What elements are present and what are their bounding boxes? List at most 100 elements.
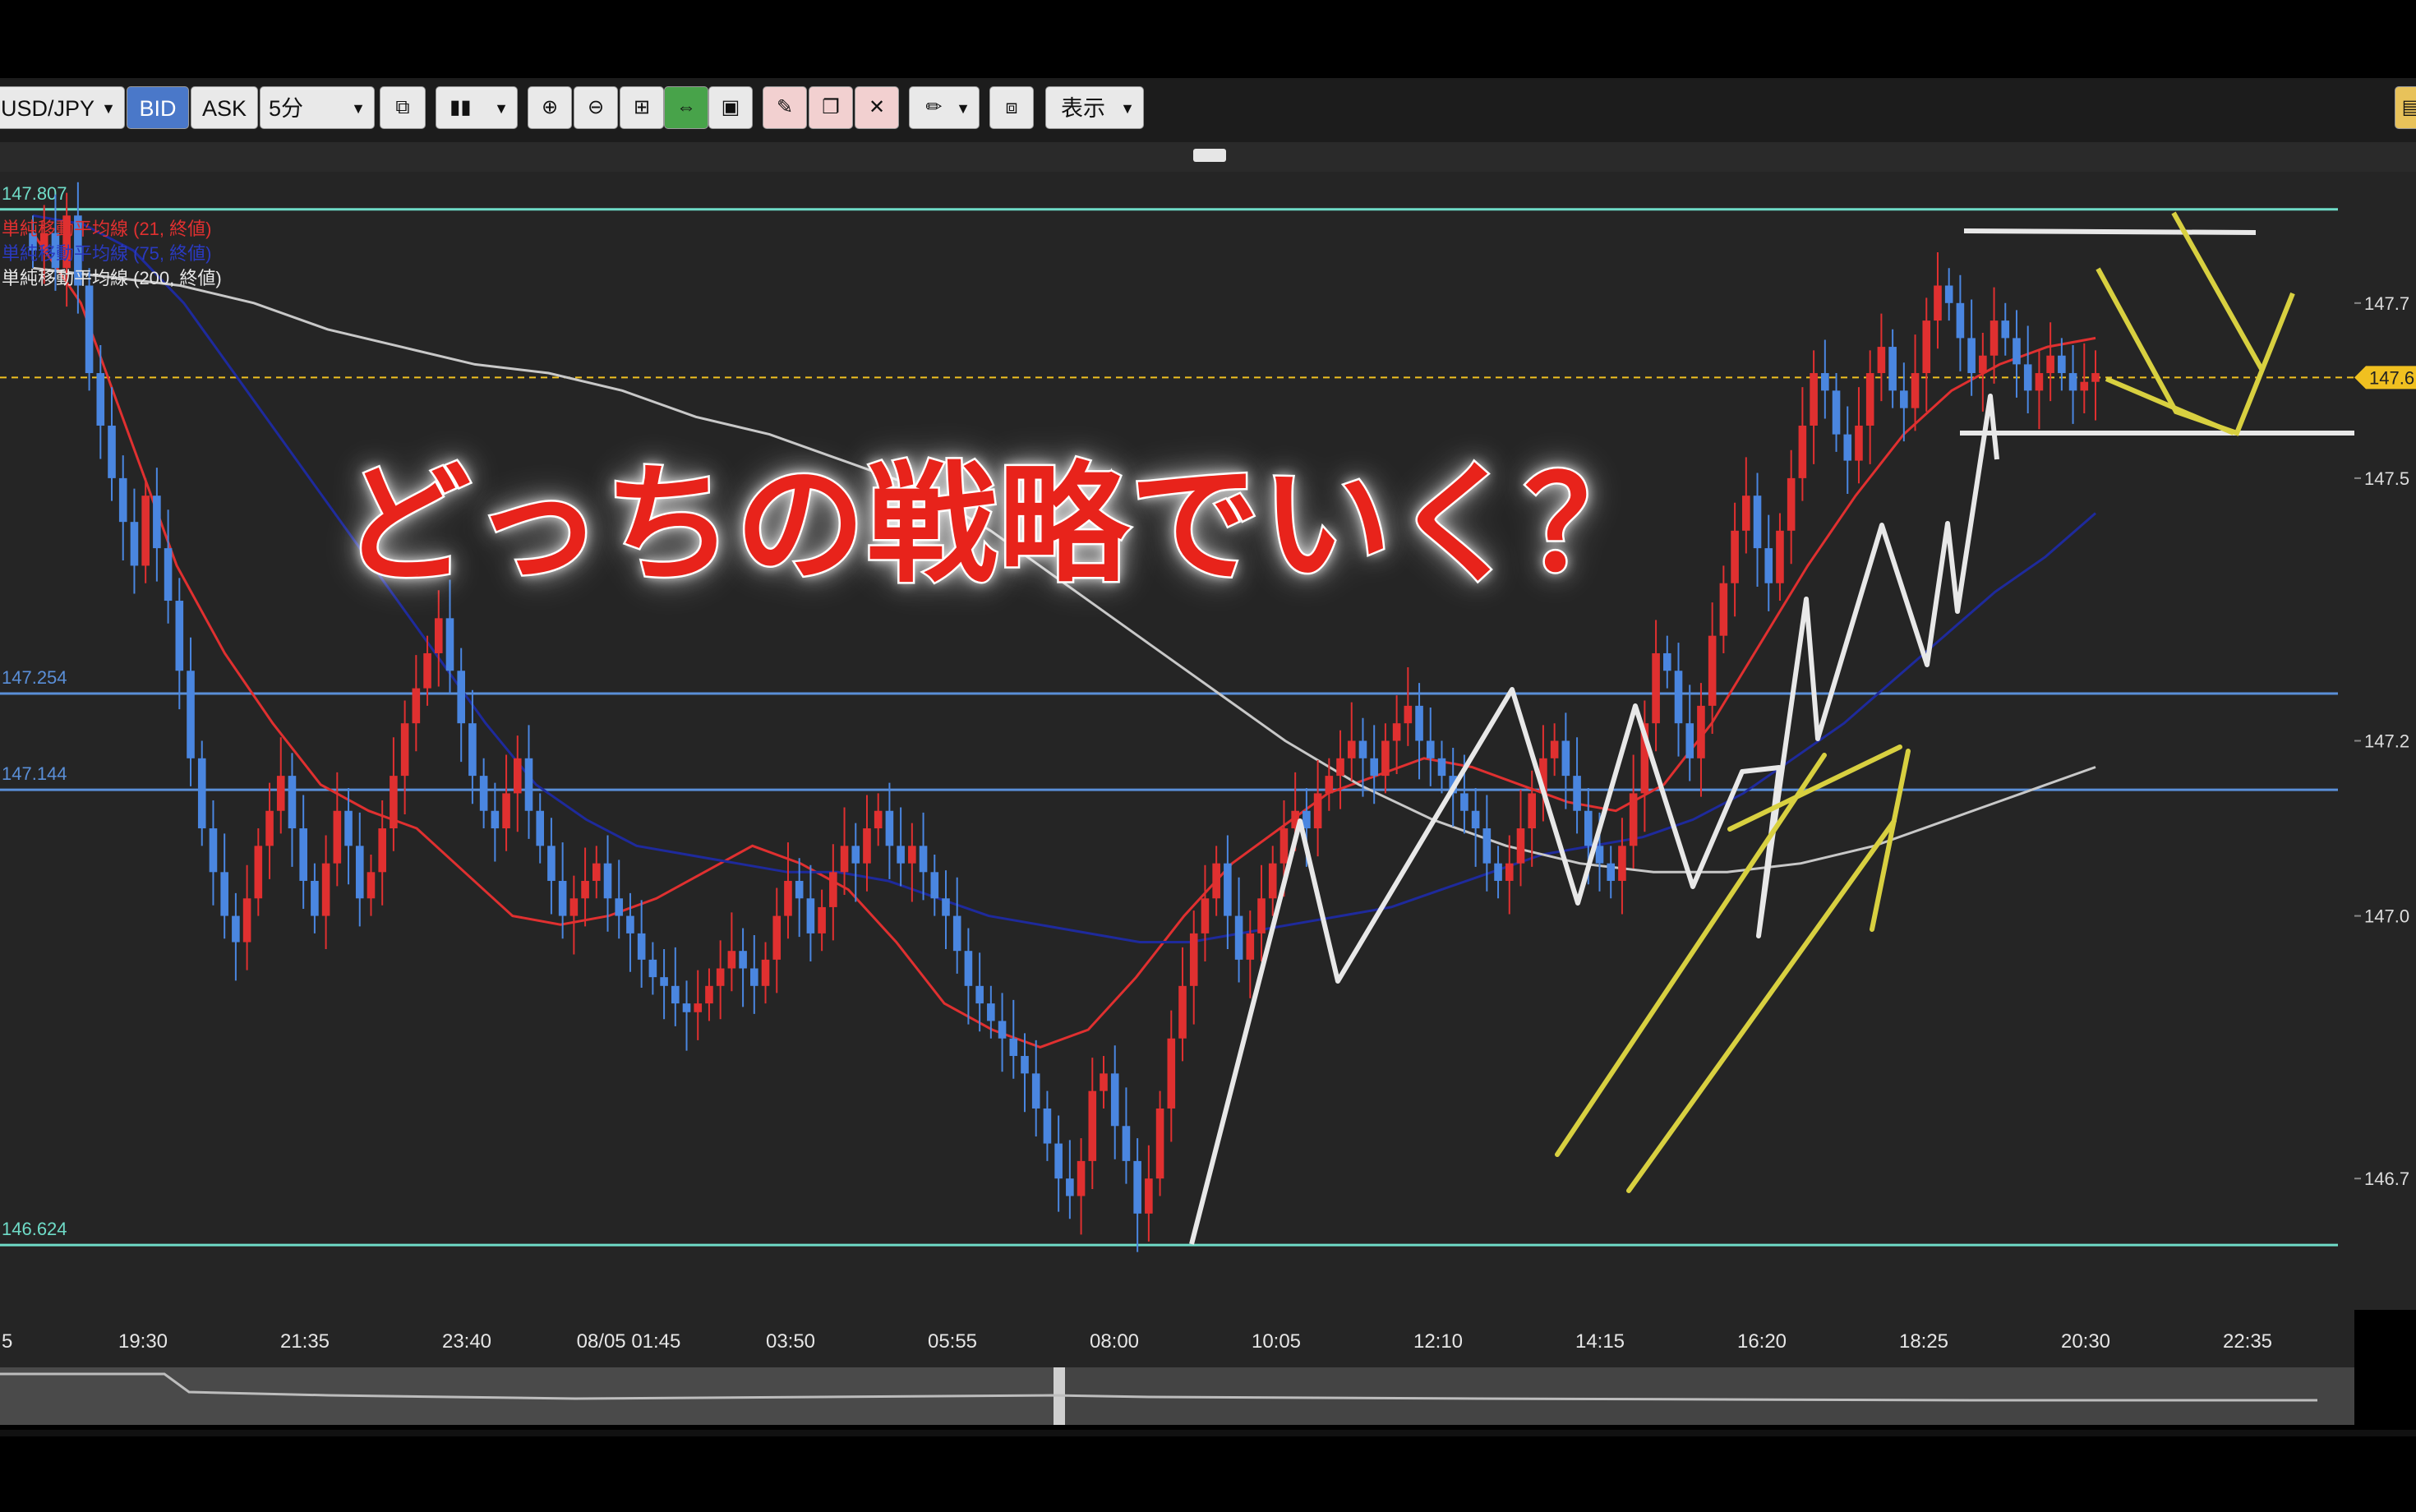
candle-body: [615, 898, 624, 916]
symbol-select[interactable]: USD/JPY ▼: [0, 86, 125, 129]
candle-body: [2013, 338, 2021, 365]
candle-body: [2023, 364, 2032, 391]
candle-body: [1550, 740, 1559, 758]
chart-plot-area[interactable]: 147.807 147.254 147.144 146.624 単純移動平均線 (21…: [0, 172, 2358, 1310]
overview-navigator[interactable]: [0, 1367, 2354, 1425]
candle-body: [1764, 548, 1773, 583]
window-button[interactable]: ▣: [708, 86, 753, 129]
candle-body: [1460, 793, 1469, 811]
candle-body: [1505, 863, 1514, 881]
chart-scroll-bar[interactable]: [0, 142, 2416, 172]
candle-body: [569, 898, 579, 916]
candle-body: [412, 688, 421, 724]
candle-body: [2046, 355, 2054, 374]
candle-body: [1753, 496, 1762, 549]
price-line-label-0: 147.807: [2, 183, 67, 204]
current-price-label: 147.6: [2369, 367, 2414, 388]
chevron-down-icon: ▼: [101, 100, 116, 117]
x-tick-label: 22:35: [2223, 1330, 2272, 1353]
candle-body: [502, 793, 510, 829]
candle-body: [2080, 381, 2089, 391]
candle-body: [378, 828, 386, 873]
candle-body: [897, 846, 905, 864]
pen-select[interactable]: ✏ ▼: [909, 86, 980, 129]
draw-copy-button[interactable]: ❐: [809, 86, 853, 129]
candle-body: [1652, 652, 1660, 724]
candle-body: [694, 1003, 703, 1012]
candle-body: [1100, 1073, 1108, 1091]
candle-body: [648, 959, 657, 978]
panel-toggle-button[interactable]: ▤: [2395, 86, 2416, 129]
fit-button[interactable]: ⊞: [620, 86, 664, 129]
candle-body: [637, 933, 646, 960]
candle-body: [998, 1021, 1007, 1039]
candle-body: [671, 985, 680, 1004]
display-menu[interactable]: 表示 ▼: [1045, 86, 1144, 129]
screenshot-button[interactable]: ⧈: [989, 86, 1034, 129]
candle-body: [727, 951, 736, 969]
annotation-yellow-path-a: [2096, 267, 2295, 436]
candle-body: [908, 846, 916, 864]
candle-body: [141, 496, 150, 566]
y-tick-label: 147.2: [2364, 731, 2409, 752]
copy-button[interactable]: ⧉: [380, 86, 426, 129]
candle-body: [739, 951, 747, 969]
candle-body: [390, 776, 398, 829]
x-tick-label: 19:30: [118, 1330, 168, 1353]
candle-body: [118, 477, 127, 523]
candle-body: [1516, 828, 1525, 864]
candle-body: [1877, 347, 1886, 374]
candle-body: [840, 846, 849, 873]
x-tick-label: 16:20: [1737, 1330, 1787, 1353]
bid-button[interactable]: BID: [127, 86, 189, 129]
candle-body: [457, 671, 466, 724]
candle-body: [558, 880, 567, 916]
candle-body: [682, 1003, 691, 1012]
candle-body: [1224, 863, 1232, 916]
candle-type-select[interactable]: ▮▮ ▼: [436, 86, 518, 129]
timeframe-select[interactable]: 5分 ▼: [260, 86, 375, 129]
candle-body: [1212, 863, 1220, 899]
zoom-in-button[interactable]: ⊕: [528, 86, 572, 129]
candle-body: [1662, 652, 1671, 671]
price-line-label-3: 146.624: [2, 1219, 67, 1239]
annotation-yellow-arrow-1: [1626, 818, 1897, 1193]
candle-body: [716, 968, 725, 986]
candle-body: [863, 828, 871, 864]
candle-body: [1618, 846, 1626, 881]
candle-body: [1595, 846, 1604, 864]
timeframe-label: 5分: [269, 96, 304, 121]
draw-add-button[interactable]: ✎: [763, 86, 807, 129]
draw-delete-button[interactable]: ✕: [855, 86, 899, 129]
ask-button[interactable]: ASK: [191, 86, 258, 129]
panel-icon: ▤: [2401, 96, 2416, 118]
candle-body: [1077, 1160, 1086, 1196]
zoom-out-button[interactable]: ⊖: [574, 86, 618, 129]
scroll-button[interactable]: ⇔: [664, 86, 708, 129]
candle-body: [1776, 530, 1784, 583]
legend-ma21: 単純移動平均線 (21, 終値): [2, 219, 211, 239]
candle-body: [400, 723, 409, 777]
draw-copy-icon: ❐: [822, 96, 840, 118]
chevron-down-icon: ▼: [956, 100, 971, 117]
candle-body: [592, 863, 601, 881]
candle-body: [333, 810, 342, 864]
scroll-thumb[interactable]: [1193, 149, 1226, 162]
annotation-yellow-arrow-0: [1555, 753, 1827, 1157]
x-tick-label: 10:05: [1252, 1330, 1301, 1353]
y-tick-label: 147.0: [2364, 906, 2409, 927]
x-tick-label: 20:30: [2061, 1330, 2110, 1353]
chart-toolbar: USD/JPY ▼ BID ASK 5分 ▼ ⧉ ▮▮ ▼ ⊕ ⊖ ⊞ ⇔ ▣ …: [0, 78, 2416, 142]
candle-body: [705, 985, 713, 1004]
candle-body: [175, 601, 184, 671]
candle-body: [96, 373, 105, 426]
candle-body: [2091, 373, 2100, 382]
candle-body: [1246, 933, 1255, 960]
candle-body: [1279, 828, 1289, 864]
candle-body: [1979, 355, 1987, 374]
overview-svg: [0, 1367, 2317, 1425]
draw-add-icon: ✎: [776, 96, 794, 118]
candle-body: [1911, 373, 1920, 408]
overlay-title: どっちの戦略でいく？: [339, 447, 1657, 603]
bid-label: BID: [139, 96, 177, 121]
